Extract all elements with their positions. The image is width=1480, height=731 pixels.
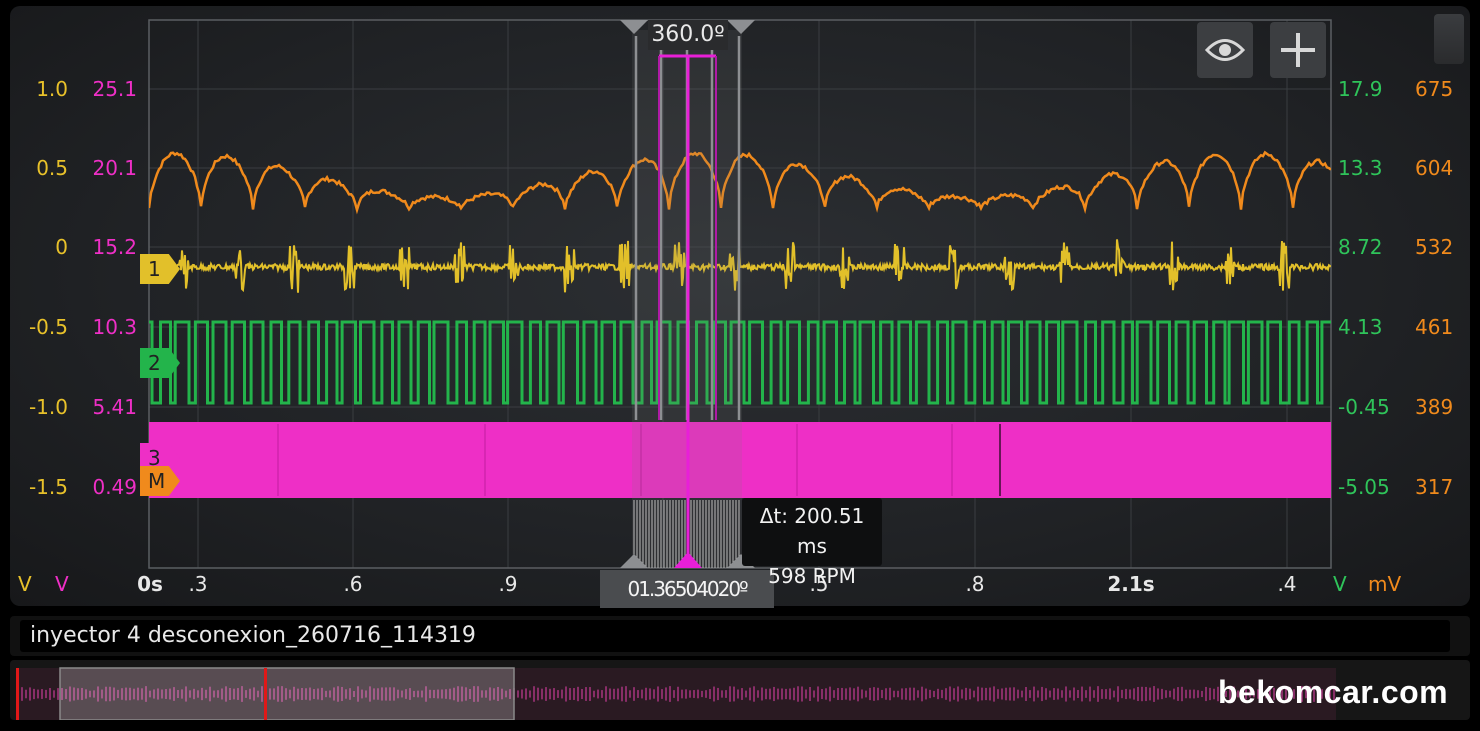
waveform-plot[interactable] — [0, 0, 1480, 610]
left-inner-unit: V — [55, 572, 69, 596]
eye-icon — [1205, 39, 1245, 61]
y-left-inner-label: 5.41 — [92, 395, 137, 419]
plus-icon — [1281, 33, 1315, 67]
delta-time-readout: Δt: 200.51 ms 598 RPM — [742, 498, 882, 588]
y-left-outer-label: -1.5 — [28, 475, 68, 499]
y-left-outer-label: 1.0 — [36, 77, 68, 101]
visibility-button[interactable] — [1197, 22, 1253, 78]
delta-time-value: Δt: 200.51 ms — [759, 504, 865, 558]
right-outer-unit: mV — [1368, 572, 1402, 596]
y-left-outer-label: 0.5 — [36, 156, 68, 180]
y-right-outer-label: 317 — [1415, 475, 1454, 499]
y-left-outer-label: -0.5 — [28, 315, 68, 339]
y-right-inner-label: 4.13 — [1338, 315, 1383, 339]
x-tick: .8 — [965, 572, 985, 596]
y-right-outer-label: 604 — [1415, 156, 1454, 180]
x-tick: .6 — [343, 572, 363, 596]
angle-cursor-label[interactable]: 360.0º — [648, 20, 728, 50]
side-panel-handle[interactable] — [1434, 14, 1464, 64]
x-tick-0s: 0s — [137, 572, 163, 596]
add-button[interactable] — [1270, 22, 1326, 78]
y-right-inner-label: 17.9 — [1338, 77, 1383, 101]
filename-bar: inyector 4 desconexion_260716_114319 — [10, 616, 1470, 656]
angle-cursors — [620, 20, 755, 568]
x-tick-2-1s: 2.1s — [1107, 572, 1155, 596]
y-left-outer-label: -1.0 — [28, 395, 68, 419]
y-left-inner-label: 0.49 — [92, 475, 137, 499]
y-right-inner-label: 8.72 — [1338, 235, 1383, 259]
y-right-outer-label: 532 — [1415, 235, 1454, 259]
x-tick: .3 — [188, 572, 208, 596]
x-tick: .4 — [1277, 572, 1297, 596]
y-left-inner-label: 25.1 — [92, 77, 137, 101]
left-outer-unit: V — [18, 572, 32, 596]
y-right-outer-label: 675 — [1415, 77, 1454, 101]
timeline-start-marker — [16, 668, 19, 720]
y-right-outer-label: 389 — [1415, 395, 1454, 419]
y-left-outer-label: 0 — [55, 235, 68, 259]
y-left-inner-label: 15.2 — [92, 235, 137, 259]
x-tick: .9 — [498, 572, 518, 596]
right-inner-unit: V — [1333, 572, 1347, 596]
watermark: bekomcar.com — [1218, 674, 1449, 710]
timeline-viewport-window — [59, 667, 515, 721]
y-right-inner-label: -0.45 — [1338, 395, 1390, 419]
y-right-inner-label: 13.3 — [1338, 156, 1383, 180]
timeline-playhead — [264, 668, 267, 722]
rpm-value: 598 RPM — [768, 564, 856, 588]
filename-label[interactable]: inyector 4 desconexion_260716_114319 — [20, 620, 1450, 652]
y-left-inner-label: 20.1 — [92, 156, 137, 180]
y-right-outer-label: 461 — [1415, 315, 1454, 339]
y-left-inner-label: 10.3 — [92, 315, 137, 339]
y-right-inner-label: -5.05 — [1338, 475, 1390, 499]
